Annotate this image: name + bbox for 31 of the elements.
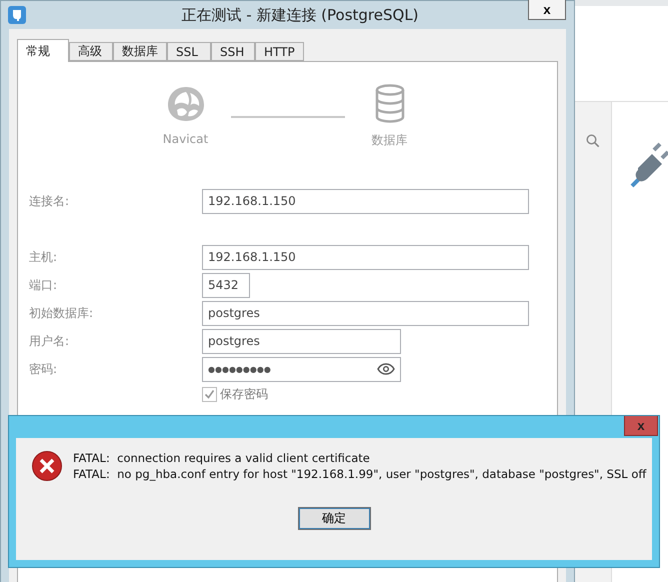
input-field[interactable]: postgres (202, 328, 401, 354)
input-field[interactable]: 5432 (202, 272, 250, 298)
error-message: FATAL: connection requires a valid client certificate (73, 451, 371, 465)
tab[interactable]: 数据库 (113, 42, 167, 61)
tab[interactable]: 常规 (17, 39, 69, 62)
tab[interactable]: HTTP (255, 42, 304, 61)
checkbox-label: 保存密码 (220, 386, 268, 402)
input-field[interactable]: postgres (202, 300, 529, 326)
field-label: 密码: (29, 360, 58, 378)
tab[interactable]: SSH (211, 42, 255, 61)
node-label: 数据库 (372, 132, 408, 149)
node-label: Navicat (162, 132, 208, 146)
field-label: 主机: (29, 248, 58, 266)
ok-button[interactable]: 确定 (298, 507, 370, 530)
field-label: 端口: (29, 276, 58, 294)
input-field[interactable]: 192.168.1.150 (202, 188, 529, 214)
search-icon[interactable] (586, 134, 600, 148)
field-label: 用户名: (29, 332, 70, 350)
tab[interactable]: SSL (167, 42, 211, 61)
field-label: 初始数据库: (29, 304, 94, 322)
close-button[interactable]: x (528, 0, 566, 20)
window-title: 正在测试 - 新建连接 (PostgreSQL) (181, 6, 419, 24)
input-field[interactable]: 192.168.1.150 (202, 244, 529, 270)
tab[interactable]: 高级 (69, 42, 113, 61)
close-button[interactable]: x (624, 416, 658, 436)
password-field[interactable]: ●●●●●●●●● (202, 356, 401, 382)
error-icon (31, 450, 63, 482)
error-message: FATAL: no pg_hba.conf entry for host "192.168.1.99", user "postgres", database "postgres", SSL off (73, 467, 646, 481)
database-icon (374, 84, 406, 124)
field-label: 连接名: (29, 192, 70, 210)
eye-icon[interactable] (377, 363, 395, 375)
